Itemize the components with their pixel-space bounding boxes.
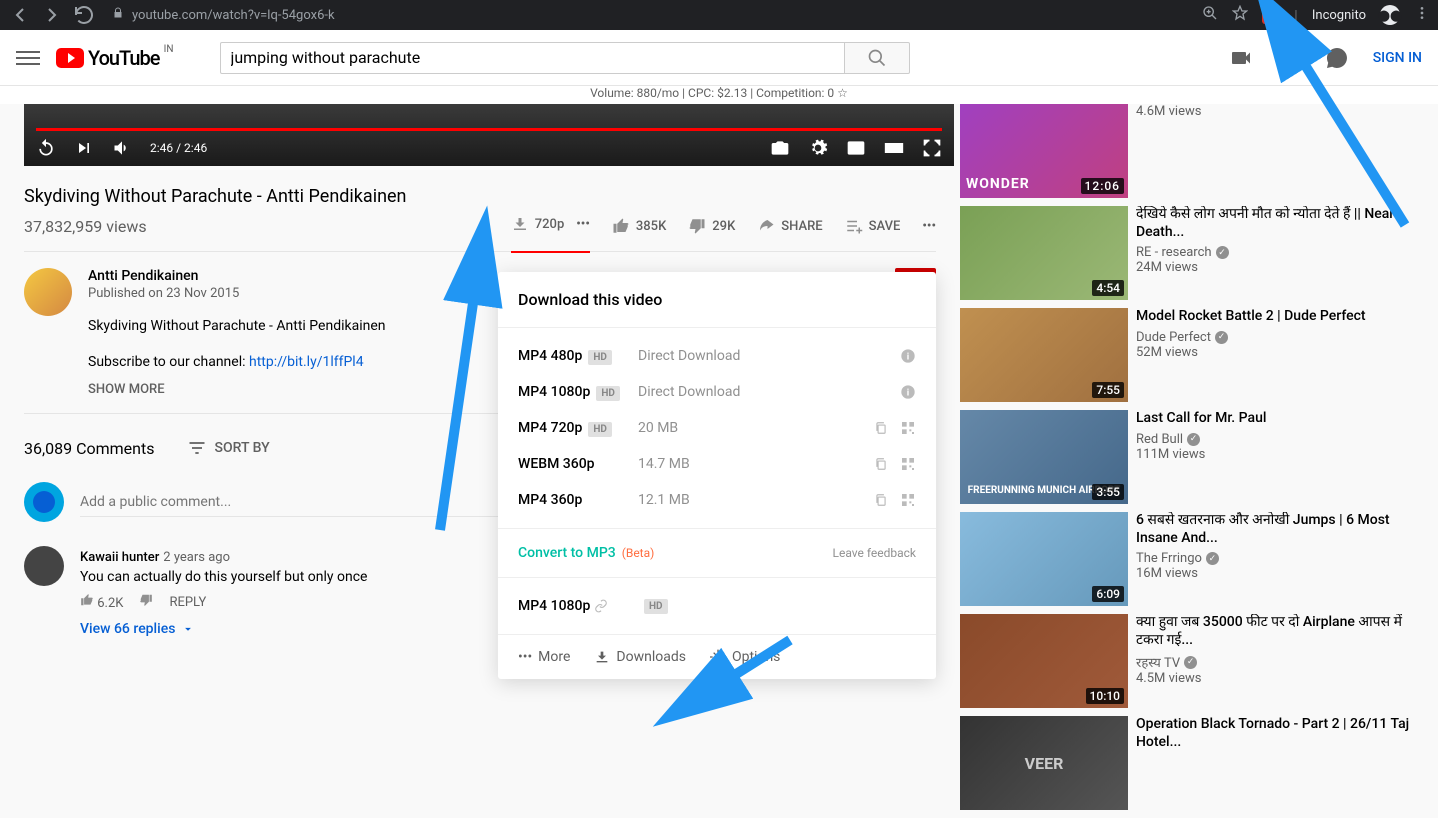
browser-address-bar: youtube.com/watch?v=lq-54gox6-k | Incogn… <box>0 0 1438 30</box>
suggestion-title: क्या हुवा जब 35000 फीट पर दो Airplane आप… <box>1136 614 1414 649</box>
seo-stats: Volume: 880/mo | CPC: $2.13 | Competitio… <box>0 86 1438 104</box>
annotation-arrow <box>1265 15 1425 239</box>
comment-author[interactable]: Kawaii hunter <box>80 550 159 565</box>
commenter-avatar[interactable] <box>24 546 64 586</box>
download-row[interactable]: WEBM 360p 14.7 MB <box>498 446 936 482</box>
annotation-arrow <box>680 640 800 724</box>
comment-reply[interactable]: REPLY <box>169 595 206 610</box>
convert-mp3[interactable]: Convert to MP3 <box>518 545 616 561</box>
suggestion-channel: Red Bull ✓ <box>1136 432 1414 447</box>
download-row[interactable]: MP4 360p 12.1 MB <box>498 482 936 518</box>
volume-icon[interactable] <box>112 138 132 158</box>
zoom-icon[interactable] <box>1202 5 1218 25</box>
suggestion-views: 16M views <box>1136 566 1414 581</box>
view-count: 37,832,959 views <box>24 217 147 236</box>
lock-icon <box>112 6 124 24</box>
download-row[interactable]: MP4 480pHD Direct Download i <box>498 338 936 374</box>
reload-button[interactable] <box>72 3 96 27</box>
suggestion-channel: The Frringo ✓ <box>1136 551 1414 566</box>
video-title: Skydiving Without Parachute - Antti Pend… <box>24 186 936 207</box>
more-actions[interactable]: ••• <box>922 219 936 234</box>
suggestion-thumbnail: 7:55 <box>960 308 1128 402</box>
search-input[interactable] <box>220 42 845 74</box>
suggestion-title: Last Call for Mr. Paul <box>1136 410 1414 428</box>
camera-icon[interactable] <box>770 138 790 158</box>
annotation-arrow <box>440 240 500 544</box>
create-video-icon[interactable] <box>1229 46 1253 70</box>
player-time: 2:46 / 2:46 <box>150 141 207 155</box>
fullscreen-icon[interactable] <box>922 138 942 158</box>
hamburger-menu[interactable] <box>16 46 40 70</box>
comments-count: 36,089 Comments <box>24 439 155 458</box>
suggestion-title: 6 सबसे खतरनाक और अनोखी Jumps | 6 Most In… <box>1136 512 1414 547</box>
bookmark-icon[interactable] <box>1232 5 1248 25</box>
suggestion-thumbnail: WONDER12:06 <box>960 104 1128 198</box>
suggestion-title: Operation Black Tornado - Part 2 | 26/11… <box>1136 716 1414 751</box>
suggestion-views: 111M views <box>1136 447 1414 462</box>
suggestion-channel: रहस्य TV ✓ <box>1136 653 1414 671</box>
popup-downloads[interactable]: Downloads <box>594 649 686 665</box>
settings-icon[interactable] <box>808 138 828 158</box>
suggestion-item[interactable]: VEER Operation Black Tornado - Part 2 | … <box>960 716 1438 810</box>
suggestion-thumbnail: FREERUNNING MUNICH AIRPORT3:55 <box>960 410 1128 504</box>
suggestion-thumbnail: VEER <box>960 716 1128 810</box>
theater-icon[interactable] <box>884 138 904 158</box>
miniplayer-icon[interactable] <box>846 138 866 158</box>
leave-feedback[interactable]: Leave feedback <box>833 546 917 560</box>
back-button[interactable] <box>8 3 32 27</box>
next-icon[interactable] <box>74 138 94 158</box>
suggestion-item[interactable]: FREERUNNING MUNICH AIRPORT3:55 Last Call… <box>960 410 1438 504</box>
suggestion-channel: RE - research ✓ <box>1136 245 1414 260</box>
suggestion-thumbnail: 6:09 <box>960 512 1128 606</box>
download-popup: Download this video MP4 480pHD Direct Do… <box>498 272 936 679</box>
sort-button[interactable]: SORT BY <box>187 438 270 458</box>
youtube-header: YouTube IN SIGN IN <box>0 30 1438 86</box>
comment-like[interactable]: 6.2K <box>80 593 123 611</box>
popup-title: Download this video <box>498 272 936 328</box>
share-button[interactable]: SHARE <box>757 217 822 235</box>
video-player[interactable]: 2:46 / 2:46 <box>24 104 954 166</box>
suggestion-item[interactable]: 6:09 6 सबसे खतरनाक और अनोखी Jumps | 6 Mo… <box>960 512 1438 606</box>
dislike-button[interactable]: 29K <box>688 217 735 235</box>
popup-more[interactable]: ••• More <box>518 649 570 665</box>
suggestion-channel: Dude Perfect ✓ <box>1136 330 1414 345</box>
description-link[interactable]: http://bit.ly/1lffPl4 <box>249 354 364 370</box>
save-button[interactable]: SAVE <box>845 217 901 235</box>
download-row[interactable]: MP4 720pHD 20 MB <box>498 410 936 446</box>
url-text[interactable]: youtube.com/watch?v=lq-54gox6-k <box>132 8 335 23</box>
suggestion-item[interactable]: 7:55 Model Rocket Battle 2 | Dude Perfec… <box>960 308 1438 402</box>
suggestion-thumbnail: 4:54 <box>960 206 1128 300</box>
user-avatar <box>24 482 64 522</box>
suggestion-views: 4.5M views <box>1136 671 1414 686</box>
suggestion-title: Model Rocket Battle 2 | Dude Perfect <box>1136 308 1414 326</box>
youtube-play-icon <box>56 48 84 68</box>
channel-avatar[interactable] <box>24 268 72 316</box>
comment-dislike[interactable] <box>139 593 153 611</box>
progress-bar[interactable] <box>36 128 942 131</box>
download-row[interactable]: MP4 1080p HD <box>498 588 936 624</box>
like-button[interactable]: 385K <box>612 217 666 235</box>
youtube-logo[interactable]: YouTube IN <box>56 46 160 70</box>
suggestion-thumbnail: 10:10 <box>960 614 1128 708</box>
replay-icon[interactable] <box>36 138 56 158</box>
comment-time: 2 years ago <box>163 550 230 565</box>
download-row[interactable]: MP4 1080pHD Direct Download i <box>498 374 936 410</box>
svg-text:i: i <box>907 387 909 398</box>
suggestion-views: 52M views <box>1136 345 1414 360</box>
forward-button[interactable] <box>40 3 64 27</box>
search-button[interactable] <box>845 42 910 74</box>
svg-text:i: i <box>907 351 909 362</box>
download-action[interactable]: 720p ••• <box>511 215 590 253</box>
suggestion-views: 24M views <box>1136 260 1414 275</box>
suggestion-item[interactable]: 10:10 क्या हुवा जब 35000 फीट पर दो Airpl… <box>960 614 1438 708</box>
